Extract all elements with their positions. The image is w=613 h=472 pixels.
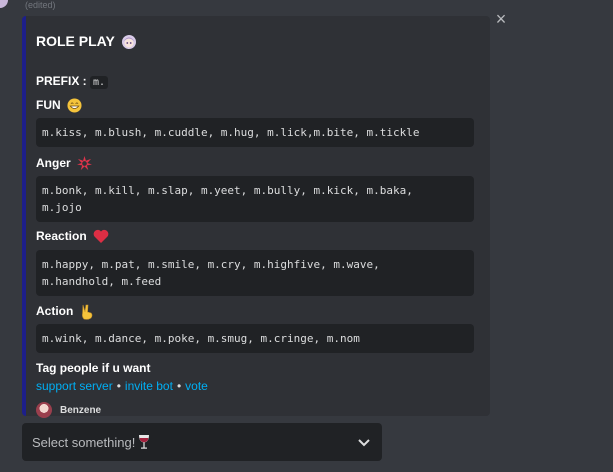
grinning-face-icon (67, 98, 82, 113)
select-label: Select something! (32, 434, 150, 450)
close-icon[interactable]: × (494, 10, 508, 28)
field-name-text: Action (36, 304, 74, 319)
links-row: support server • invite bot • vote (36, 379, 208, 393)
invite-bot-link[interactable]: invite bot (125, 379, 173, 393)
author-avatar[interactable] (0, 0, 8, 8)
red-heart-icon (93, 230, 109, 244)
tag-note: Tag people if u want (36, 361, 151, 375)
edited-label: (edited) (25, 0, 56, 10)
field-name-text: Anger (36, 156, 71, 170)
chevron-down-icon[interactable] (356, 434, 372, 450)
embed-title-text: ROLE PLAY (36, 33, 115, 49)
link-separator: • (116, 379, 121, 393)
embed-footer: Benzene (36, 401, 101, 419)
footer-avatar (36, 402, 52, 418)
select-placeholder: Select something! (32, 434, 136, 450)
field-name-action: Action (36, 304, 94, 320)
victory-hand-icon (81, 304, 92, 320)
code-block-fun: m.kiss, m.blush, m.cuddle, m.hug, m.lick… (36, 118, 474, 147)
anime-girl-icon (122, 35, 137, 50)
footer-author: Benzene (60, 404, 102, 416)
wine-glass-icon (139, 435, 150, 449)
support-server-link[interactable]: support server (36, 379, 113, 393)
prefix-row: PREFIX : m. (36, 74, 109, 89)
code-block-action: m.wink, m.dance, m.poke, m.smug, m.cring… (36, 324, 474, 353)
prefix-label: PREFIX : (36, 74, 87, 88)
prefix-code: m. (90, 76, 109, 89)
vote-link[interactable]: vote (185, 379, 208, 393)
link-separator: • (176, 379, 182, 393)
embed-card: × ROLE PLAY PREFIX : m. FUN m.kiss, m.bl… (22, 10, 506, 419)
field-name-fun: FUN (36, 98, 82, 113)
field-name-text: Reaction (36, 229, 87, 243)
embed-title: ROLE PLAY (36, 33, 137, 50)
field-name-reaction: Reaction (36, 229, 109, 244)
field-name-text: FUN (36, 98, 61, 112)
field-name-anger: Anger (36, 156, 93, 171)
code-block-anger: m.bonk, m.kill, m.slap, m.yeet, m.bully,… (36, 176, 474, 222)
code-block-reaction: m.happy, m.pat, m.smile, m.cry, m.highfi… (36, 250, 474, 296)
anger-symbol-icon (77, 156, 93, 171)
select-menu[interactable]: Select something! (22, 423, 382, 461)
